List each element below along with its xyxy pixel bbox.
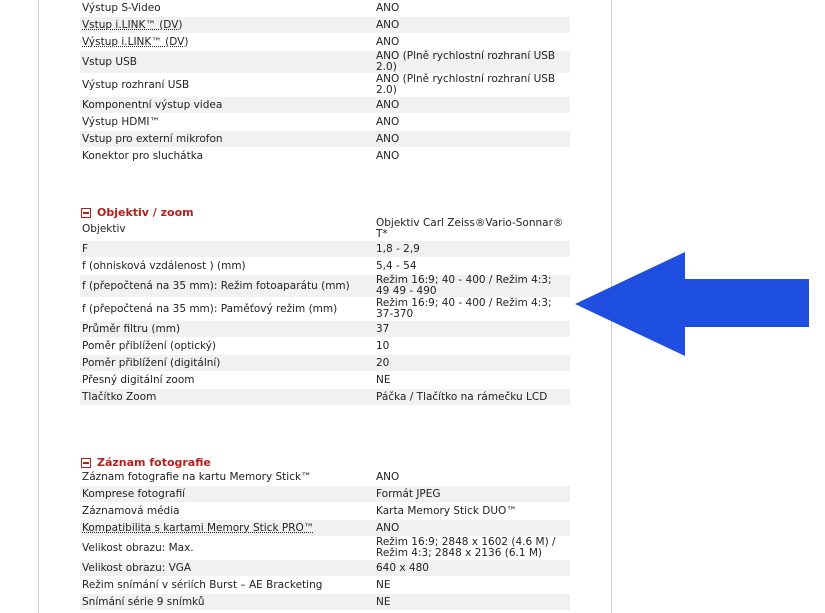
spec-label: Průměr filtru (mm) [82, 323, 181, 335]
spec-row: f (přepočtená na 35 mm): Paměťový režim … [80, 298, 570, 321]
spec-label: Objektiv [82, 223, 126, 235]
spec-label: Velikost obrazu: Max. [82, 542, 194, 554]
spec-label: Vstup pro externí mikrofon [82, 133, 223, 145]
spec-label: Přesný digitální zoom [82, 374, 195, 386]
spec-value: Formát JPEG [376, 487, 441, 500]
collapse-icon[interactable] [81, 457, 91, 468]
spec-label: Vstup USB [82, 56, 137, 68]
page-border-left [38, 0, 39, 613]
spec-label: Režim snímání v sériích Burst – AE Brack… [82, 579, 323, 591]
spec-row: Snímání série 9 snímků NE [80, 594, 570, 611]
spec-label: f (přepočtená na 35 mm): Paměťový režim … [82, 303, 338, 315]
spec-value: Objektiv Carl Zeiss®Vario-Sonnar® T* [376, 217, 564, 240]
spec-value: ANO [376, 521, 400, 534]
spec-row: Přesný digitální zoom NE [80, 372, 570, 389]
spec-value: 1,8 - 2,9 [376, 242, 420, 255]
spec-row: Režim snímání v sériích Burst – AE Brack… [80, 577, 570, 594]
spec-row: f (ohnisková vzdálenost ) (mm) 5,4 - 54 [80, 258, 570, 275]
spec-row: Výstup rozhraní USB ANO (Plně rychlostní … [80, 74, 570, 97]
spec-value: NE [376, 578, 391, 591]
spec-value: Režim 16:9; 40 - 400 / Režim 4:3; 49 49 … [376, 274, 552, 297]
spec-value: ANO (Plně rychlostní rozhraní USB 2.0) [376, 73, 556, 96]
spec-label: Výstup rozhraní USB [82, 79, 190, 91]
spec-row: Kompatibilita s kartami Memory Stick PRO… [80, 520, 570, 537]
spec-label: Poměr přiblížení (digitální) [82, 357, 221, 369]
photo-spec-table: Záznam fotografie na kartu Memory Stick™… [80, 469, 570, 611]
spec-row: Vstup i.LINK™ (DV) ANO [80, 17, 570, 34]
left-arrow-icon [575, 252, 809, 356]
spec-row: Objektiv Objektiv Carl Zeiss®Vario-Sonnar… [80, 218, 570, 241]
section-title: Záznam fotografie [97, 456, 211, 469]
spec-row: Velikost obrazu: VGA 640 x 480 [80, 560, 570, 577]
spec-row: Konektor pro sluchátka ANO [80, 148, 570, 165]
spec-label: Komprese fotografií [82, 488, 186, 500]
spec-row: Záznam fotografie na kartu Memory Stick™… [80, 469, 570, 486]
spec-label: Výstup HDMI™ [82, 116, 160, 128]
spec-value: 20 [376, 356, 390, 369]
spec-label[interactable]: Výstup i.LINK™ (DV) [80, 34, 376, 50]
spec-row: Tlačítko Zoom Páčka / Tlačítko na rámečku… [80, 389, 570, 406]
spec-label: Záznamová média [82, 505, 180, 517]
spec-label: f (ohnisková vzdálenost ) (mm) [82, 260, 246, 272]
spec-label: Poměr přiblížení (optický) [82, 340, 217, 352]
arrow-shape [575, 252, 809, 356]
spec-value: 5,4 - 54 [376, 259, 417, 272]
spec-label: Konektor pro sluchátka [82, 150, 204, 162]
spec-value: ANO (Plně rychlostní rozhraní USB 2.0) [376, 50, 556, 73]
spec-value: Páčka / Tlačítko na rámečku LCD [376, 390, 548, 403]
spec-label[interactable]: Vstup i.LINK™ (DV) [80, 17, 376, 33]
spec-value: ANO [376, 35, 400, 48]
spec-value: NE [376, 595, 391, 608]
spec-row: Komprese fotografií Formát JPEG [80, 486, 570, 503]
spec-row: Vstup USB ANO (Plně rychlostní rozhraní U… [80, 51, 570, 74]
spec-label: f (přepočtená na 35 mm): Režim fotoapará… [82, 280, 350, 292]
spec-row: f (přepočtená na 35 mm): Režim fotoapará… [80, 275, 570, 298]
spec-value: ANO [376, 132, 400, 145]
spec-value: ANO [376, 115, 400, 128]
spec-label: Velikost obrazu: VGA [82, 562, 192, 574]
spec-value: Karta Memory Stick DUO™ [376, 504, 517, 517]
spec-row: Výstup HDMI™ ANO [80, 114, 570, 131]
spec-label: Tlačítko Zoom [82, 391, 157, 403]
lens-spec-table: Objektiv Objektiv Carl Zeiss®Vario-Sonnar… [80, 218, 570, 406]
spec-label[interactable]: Kompatibilita s kartami Memory Stick PRO… [80, 520, 376, 536]
spec-value: ANO [376, 1, 400, 14]
spec-row: Záznamová média Karta Memory Stick DUO™ [80, 503, 570, 520]
spec-row: Velikost obrazu: Max. Režim 16:9; 2848 x … [80, 537, 570, 560]
spec-row: Průměr filtru (mm) 37 [80, 321, 570, 338]
collapse-icon[interactable] [81, 207, 91, 218]
spec-label: Komponentní výstup videa [82, 99, 223, 111]
spec-value: 37 [376, 322, 390, 335]
spec-row: Poměr přiblížení (optický) 10 [80, 338, 570, 355]
spec-value: ANO [376, 470, 400, 483]
spec-row: Komponentní výstup videa ANO [80, 97, 570, 114]
spec-row: F 1,8 - 2,9 [80, 241, 570, 258]
spec-row: Výstup S-Video ANO [80, 0, 570, 17]
spec-label: Záznam fotografie na kartu Memory Stick™ [82, 471, 312, 483]
spec-label: Snímání série 9 snímků [82, 596, 205, 608]
spec-value: ANO [376, 98, 400, 111]
spec-value: NE [376, 373, 391, 386]
connectivity-spec-table: Výstup S-Video ANO Vstup i.LINK™ (DV) ANO Vý… [80, 0, 570, 165]
spec-label: Výstup S-Video [82, 2, 161, 14]
spec-value: ANO [376, 18, 400, 31]
spec-value: Režim 16:9; 2848 x 1602 (4.6 M) / Režim … [376, 536, 556, 559]
spec-row: Poměr přiblížení (digitální) 20 [80, 355, 570, 372]
spec-value: 10 [376, 339, 390, 352]
spec-value: ANO [376, 149, 400, 162]
spec-row: Vstup pro externí mikrofon ANO [80, 131, 570, 148]
spec-value: 640 x 480 [376, 561, 429, 574]
spec-label: F [82, 243, 89, 255]
spec-row: Výstup i.LINK™ (DV) ANO [80, 34, 570, 51]
spec-value: Režim 16:9; 40 - 400 / Režim 4:3; 37-370 [376, 297, 552, 320]
section-header-photo[interactable]: Záznam fotografie [81, 456, 211, 469]
